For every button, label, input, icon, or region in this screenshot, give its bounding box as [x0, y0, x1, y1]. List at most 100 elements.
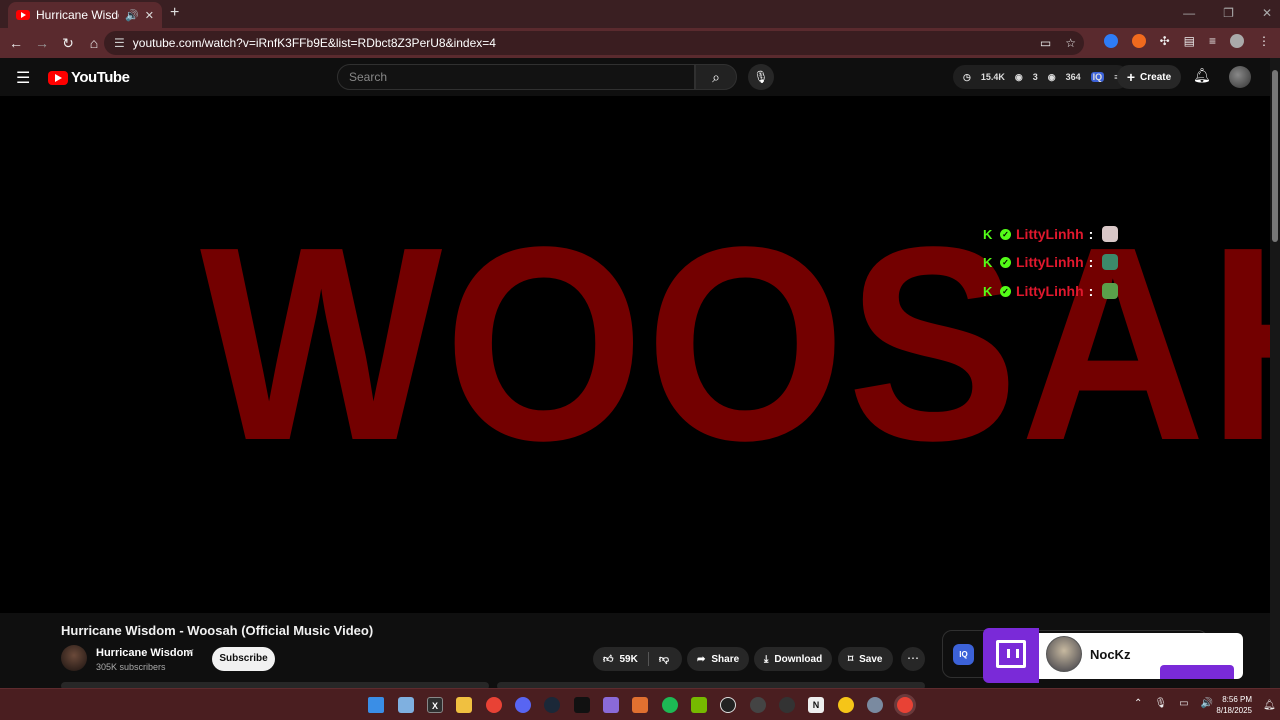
- youtube-logo[interactable]: YouTube: [48, 69, 130, 86]
- alpha-app-icon[interactable]: [632, 697, 648, 713]
- back-icon[interactable]: ←: [4, 35, 28, 51]
- stat-viewers: 364: [1065, 72, 1081, 82]
- twitch-logo-icon[interactable]: [983, 628, 1039, 683]
- eye-icon: ◉: [1014, 71, 1023, 82]
- page-scrollbar[interactable]: [1270, 58, 1280, 688]
- chat-separator: :: [1088, 283, 1094, 299]
- save-button[interactable]: ⌑ Save: [838, 647, 893, 671]
- window-controls: — ❐ ✕: [1183, 6, 1272, 20]
- create-label: Create: [1140, 71, 1172, 83]
- yellow-app-icon[interactable]: [838, 697, 854, 713]
- profile-icon[interactable]: [1230, 34, 1244, 48]
- new-tab-button[interactable]: +: [170, 4, 179, 22]
- save-label: Save: [859, 653, 883, 665]
- more-icon: ⋯: [907, 651, 919, 665]
- chrome-active-app-icon[interactable]: [897, 697, 913, 713]
- streamer-action-button[interactable]: [1160, 665, 1234, 679]
- home-icon[interactable]: ⌂: [82, 35, 106, 51]
- speaker-icon[interactable]: 🔊: [125, 9, 139, 22]
- clock-time: 8:56 PM: [1222, 695, 1252, 704]
- steam-app-icon[interactable]: [544, 697, 560, 713]
- scrollbar-thumb[interactable]: [1272, 70, 1278, 242]
- tray-chevron-icon[interactable]: ⌃: [1134, 698, 1142, 709]
- site-info-icon[interactable]: ☰: [114, 36, 125, 50]
- close-window-icon[interactable]: ✕: [1262, 6, 1272, 20]
- stats-extension-widget[interactable]: ◷15.4K ◉3 ◉364 IQ ≡: [953, 65, 1130, 89]
- tray-mic-icon[interactable]: 🎙: [1154, 698, 1167, 709]
- iq-badge-icon[interactable]: IQ: [953, 644, 974, 665]
- emote-icon: [1102, 226, 1119, 242]
- close-tab-icon[interactable]: ✕: [145, 9, 154, 22]
- file-explorer-icon[interactable]: [456, 697, 472, 713]
- minimize-icon[interactable]: —: [1183, 6, 1195, 20]
- extension-orange-icon[interactable]: [1131, 34, 1146, 48]
- video-frame-text: WOOSAH: [200, 190, 1270, 498]
- hamburger-menu-icon[interactable]: ☰: [16, 68, 30, 88]
- media-app-icon[interactable]: [574, 697, 590, 713]
- iq-icon[interactable]: IQ: [1090, 72, 1105, 82]
- reload-icon[interactable]: ↻: [56, 35, 80, 52]
- create-button[interactable]: + Create: [1117, 65, 1181, 89]
- youtube-favicon-icon: [16, 10, 30, 20]
- forward-icon[interactable]: →: [30, 35, 54, 51]
- cast-icon[interactable]: ▭: [1040, 36, 1051, 50]
- photos-app-icon[interactable]: [398, 697, 414, 713]
- twitch-streamer-card[interactable]: NocKz: [1039, 633, 1243, 679]
- stat-views: 15.4K: [980, 72, 1005, 82]
- user-avatar[interactable]: [1229, 66, 1251, 88]
- kick-icon: K: [983, 226, 993, 242]
- start-windows-icon[interactable]: [368, 697, 384, 713]
- like-icon[interactable]: 👍︎: [603, 653, 613, 665]
- emote-icon: [1102, 254, 1119, 270]
- search-button[interactable]: ⌕: [695, 64, 737, 90]
- youtube-header: ☰ YouTube Search ⌕ 🎙 ◷15.4K ◉3 ◉364 IQ ≡…: [0, 58, 1270, 96]
- settings-app-icon[interactable]: [867, 697, 883, 713]
- extension-blue-icon[interactable]: [1103, 34, 1118, 48]
- maximize-icon[interactable]: ❐: [1223, 6, 1234, 20]
- system-clock[interactable]: 8:56 PM 8/18/2025: [1212, 694, 1252, 716]
- share-label: Share: [711, 653, 740, 665]
- address-bar[interactable]: ☰ youtube.com/watch?v=iRnfK3FFb9E&list=R…: [104, 31, 1084, 55]
- subscribe-button[interactable]: Subscribe: [212, 647, 275, 671]
- nvidia-app-icon[interactable]: [691, 697, 707, 713]
- discord-app-icon[interactable]: [515, 697, 531, 713]
- side-panel-icon[interactable]: ▤: [1184, 34, 1195, 48]
- clock-icon: ◷: [963, 71, 971, 82]
- video-player[interactable]: WOOSAH K ✓ LittyLinhh : K ✓ LittyLinhh :…: [0, 96, 1270, 613]
- notifications-bell-icon[interactable]: 🔔︎: [1193, 67, 1211, 84]
- channel-avatar[interactable]: [61, 645, 87, 671]
- spotify-app-icon[interactable]: [662, 697, 678, 713]
- like-count[interactable]: 59K: [619, 654, 637, 665]
- download-button[interactable]: ⤓ Download: [754, 647, 833, 671]
- channel-name[interactable]: Hurricane Wisdom: [96, 647, 193, 659]
- verified-check-icon: ✓: [1000, 285, 1011, 297]
- browser-tab[interactable]: Hurricane Wisdom - Woosah 🔊 ✕: [8, 2, 162, 28]
- voice-search-button[interactable]: 🎙: [748, 64, 774, 90]
- media-icon[interactable]: ≡: [1209, 34, 1216, 48]
- extensions-puzzle-icon[interactable]: ✣: [1160, 34, 1170, 48]
- search-input[interactable]: Search: [337, 64, 695, 90]
- dislike-icon[interactable]: 👎︎: [659, 653, 669, 665]
- clock-app-icon[interactable]: [750, 697, 766, 713]
- chat-username: LittyLinhh: [1016, 283, 1084, 299]
- obs-app-icon[interactable]: [720, 697, 736, 713]
- notification-bell-icon[interactable]: 🔔︎: [1263, 700, 1276, 711]
- notion-app-icon[interactable]: N: [808, 697, 824, 713]
- bookmark-star-icon[interactable]: ☆: [1065, 36, 1076, 50]
- more-actions-button[interactable]: ⋯: [901, 647, 925, 671]
- chrome-app-icon[interactable]: [486, 697, 502, 713]
- share-button[interactable]: ➦ Share: [687, 647, 750, 671]
- youtube-logo-text: YouTube: [71, 69, 130, 86]
- share-icon: ➦: [697, 653, 706, 665]
- twitch-glyph-icon: [996, 640, 1026, 668]
- verified-check-icon: ✓: [1000, 228, 1011, 240]
- search-icon: ⌕: [712, 69, 720, 85]
- terminal-app-icon[interactable]: X: [427, 697, 443, 713]
- verified-check-icon: ✓: [1000, 256, 1011, 268]
- chat-message: K ✓ LittyLinhh :: [983, 283, 1119, 299]
- tray-network-icon[interactable]: ▭: [1179, 698, 1188, 709]
- feather-app-icon[interactable]: [603, 697, 619, 713]
- game-app-icon[interactable]: [779, 697, 795, 713]
- browser-menu-icon[interactable]: ⋮: [1258, 34, 1270, 48]
- like-divider: [647, 652, 649, 666]
